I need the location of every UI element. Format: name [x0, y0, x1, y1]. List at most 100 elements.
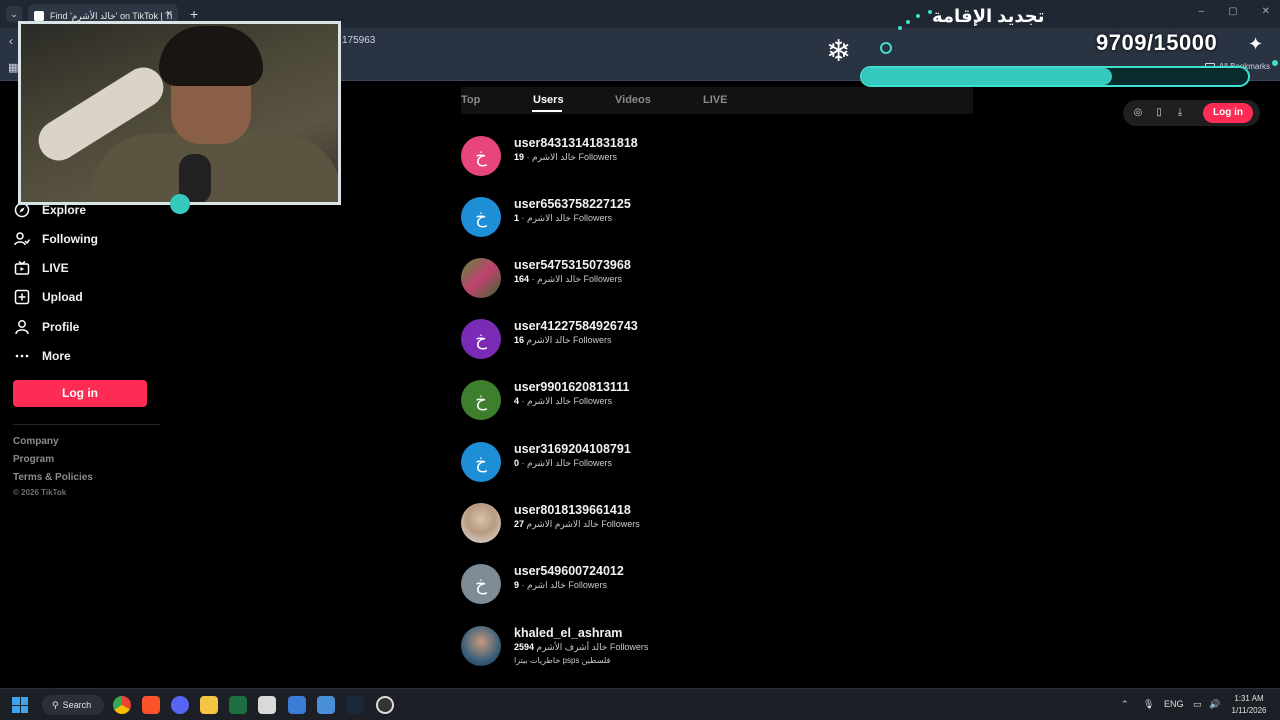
sparkle-icon: ✦	[1248, 34, 1264, 54]
language-indicator[interactable]: ENG	[1164, 699, 1184, 709]
user-name[interactable]: user9901620813111	[514, 380, 629, 394]
file-explorer-icon[interactable]	[200, 696, 218, 714]
footer-link-terms[interactable]: Terms & Policies	[13, 472, 93, 483]
taskbar: ⚲ Search ⌃ 🎙 ENG ▭ 🔊 1:31 AM 1/11/2026	[0, 688, 1280, 720]
user-name[interactable]: user549600724012	[514, 564, 624, 578]
avatar[interactable]	[461, 258, 501, 298]
excel-icon[interactable]	[229, 696, 247, 714]
window-app-icon[interactable]	[288, 696, 306, 714]
user-name[interactable]: user5475315073968	[514, 258, 631, 272]
tab-title: Find 'خالد الأشرم' on TikTok | Ti	[50, 10, 173, 21]
list-item[interactable]: خ user41227584926743 16 خالد الاشرم Foll…	[461, 319, 961, 363]
user-meta: 0 · خالد الاشرم Followers	[514, 458, 613, 468]
user-name[interactable]: user8018139661418	[514, 503, 631, 517]
sidebar-item-profile[interactable]: Profile	[14, 315, 79, 339]
header-login-button[interactable]: Log in	[1203, 103, 1253, 123]
steam-icon[interactable]	[346, 696, 364, 714]
list-item[interactable]: user5475315073968 خالد الاشرم · 164 Foll…	[461, 258, 961, 302]
phone-icon[interactable]: ▯	[1152, 106, 1166, 120]
clock-date: 1/11/2026	[1231, 706, 1267, 715]
avatar[interactable]: خ	[461, 136, 501, 176]
overlay-splash	[170, 194, 190, 214]
avatar[interactable]: خ	[461, 380, 501, 420]
copyright: © 2026 TikTok	[13, 488, 67, 497]
footer-link-program[interactable]: Program	[13, 454, 54, 465]
sidebar-item-label: LIVE	[42, 261, 69, 275]
user-follow-icon	[14, 231, 30, 247]
snowflake-icon: ❄	[826, 35, 852, 68]
sidebar-item-upload[interactable]: Upload	[14, 285, 83, 309]
avatar[interactable]: خ	[461, 564, 501, 604]
live-tv-icon	[14, 260, 30, 276]
sidebar-item-following[interactable]: Following	[14, 227, 98, 251]
footer-link-company[interactable]: Company	[13, 436, 59, 447]
sidebar-item-more[interactable]: More	[14, 344, 71, 368]
tray-chevron-icon[interactable]: ⌃	[1121, 699, 1129, 710]
user-meta: خالد الاشرم · 164 Followers	[514, 274, 623, 284]
tab-top[interactable]: Top	[461, 94, 480, 106]
network-icon[interactable]: ▭	[1193, 699, 1202, 710]
user-name[interactable]: khaled_el_ashram	[514, 626, 622, 640]
back-arrow-icon[interactable]: ‹	[9, 34, 13, 48]
user-name[interactable]: user3169204108791	[514, 442, 631, 456]
discord-icon[interactable]	[171, 696, 189, 714]
list-item[interactable]: user8018139661418 27 خالد الاشرم الاشرم …	[461, 503, 961, 547]
sidebar-item-live[interactable]: LIVE	[14, 256, 69, 280]
tab-live[interactable]: LIVE	[703, 94, 727, 106]
more-dots-icon	[14, 348, 30, 364]
sidebar-item-label: More	[42, 349, 71, 363]
goal-progress-fill	[862, 68, 1112, 85]
list-item[interactable]: خ user6563758227125 خالد الاشرم · 1 Foll…	[461, 197, 961, 241]
avatar[interactable]	[461, 626, 501, 666]
user-name[interactable]: user41227584926743	[514, 319, 638, 333]
apps-grid-icon[interactable]: ▦	[8, 61, 18, 74]
tab-videos[interactable]: Videos	[615, 94, 651, 106]
user-meta: 27 خالد الاشرم الاشرم Followers	[514, 519, 640, 529]
list-item[interactable]: خ user9901620813111 4 · خالد الاشرم Foll…	[461, 380, 961, 424]
url-text[interactable]: 175963	[342, 35, 375, 46]
close-window-button[interactable]: ✕	[1262, 6, 1270, 17]
tab-users[interactable]: Users	[533, 94, 564, 106]
brave-icon[interactable]	[142, 696, 160, 714]
sidebar-item-label: Following	[42, 232, 98, 246]
coins-icon[interactable]: ◎	[1131, 106, 1145, 120]
tab-list-button[interactable]: ⌄	[6, 6, 22, 22]
microphone-tray-icon[interactable]: 🎙	[1143, 699, 1154, 710]
windows-start-icon[interactable]	[12, 697, 28, 713]
user-meta: 2594 خالد أشرف الأشرم Followers	[514, 642, 649, 652]
volume-icon[interactable]: 🔊	[1209, 699, 1220, 710]
taskbar-clock[interactable]: 1:31 AM 1/11/2026	[1226, 693, 1272, 717]
search-icon: ⚲	[52, 699, 59, 710]
sidebar-item-label: Profile	[42, 320, 80, 334]
store-icon[interactable]	[317, 696, 335, 714]
chrome-icon[interactable]	[113, 696, 131, 714]
clock-time: 1:31 AM	[1234, 694, 1264, 703]
list-item[interactable]: خ user84313141831818 خالد الاشرم · 19 Fo…	[461, 136, 961, 180]
user-meta: 16 خالد الاشرم Followers	[514, 335, 612, 345]
user-meta: خالد الاشرم · 1 Followers	[514, 213, 613, 223]
progress-end-dot	[1272, 60, 1278, 66]
list-item[interactable]: خ user549600724012 9 · خالد اشرم Followe…	[461, 564, 961, 608]
list-item[interactable]: khaled_el_ashram 2594 خالد أشرف الأشرم F…	[461, 626, 961, 670]
user-meta: 9 · خالد اشرم Followers	[514, 580, 607, 590]
maximize-button[interactable]: ▢	[1228, 6, 1237, 17]
app-icon[interactable]	[258, 696, 276, 714]
taskbar-search[interactable]: ⚲ Search	[42, 695, 104, 715]
new-tab-icon[interactable]: +	[190, 6, 198, 22]
sidebar-login-button[interactable]: Log in	[13, 380, 147, 407]
user-name[interactable]: user84313141831818	[514, 136, 638, 150]
avatar[interactable]: خ	[461, 442, 501, 482]
taskbar-search-label: Search	[62, 700, 92, 710]
user-name[interactable]: user6563758227125	[514, 197, 631, 211]
minimize-button[interactable]: –	[1199, 6, 1205, 17]
active-tab-underline	[532, 110, 562, 112]
avatar[interactable]	[461, 503, 501, 543]
avatar[interactable]: خ	[461, 197, 501, 237]
list-item[interactable]: خ user3169204108791 0 · خالد الاشرم Foll…	[461, 442, 961, 486]
avatar[interactable]: خ	[461, 319, 501, 359]
tab-close-icon[interactable]: ×	[166, 8, 172, 20]
user-meta: خالد الاشرم · 19 Followers	[514, 152, 618, 162]
download-icon[interactable]: ⤓	[1173, 106, 1187, 120]
goal-counter: 9709/15000	[1096, 30, 1218, 55]
obs-icon[interactable]	[376, 696, 394, 714]
